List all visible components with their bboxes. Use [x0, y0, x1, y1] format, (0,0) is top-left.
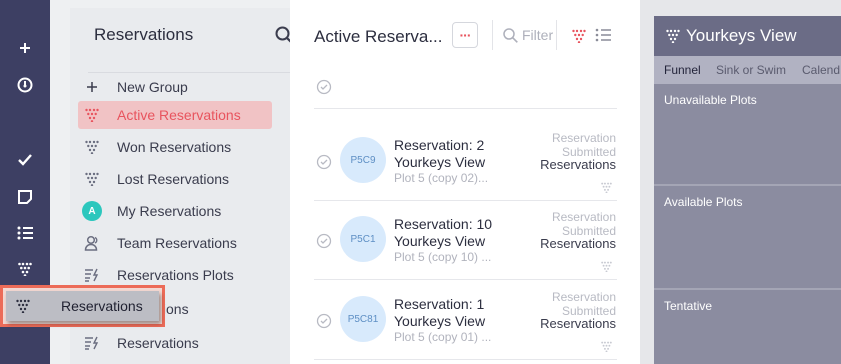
funnel-icon: [82, 105, 102, 125]
pipeline-label: Reservations: [540, 157, 616, 172]
divider: [314, 200, 617, 201]
drag-preview: Reservations: [6, 291, 159, 321]
reservation-card[interactable]: P5C1 Reservation: 10 Yourkeys View Plot …: [314, 209, 617, 287]
funnel-icon: [601, 339, 612, 357]
team-icon: [82, 233, 102, 253]
stage-label: Reservation Submitted: [552, 290, 616, 318]
filter-input[interactable]: Filter: [492, 20, 553, 50]
project-name: Yourkeys View: [394, 313, 486, 329]
dragged-nav-item[interactable]: Reservations: [0, 285, 165, 327]
nav-label: New Group: [117, 79, 188, 95]
pipeline-board: Yourkeys View Funnel Sink or Swim Calend…: [654, 16, 841, 364]
divider: [314, 359, 617, 360]
nav-label: Won Reservations: [117, 139, 232, 155]
plot-name: Plot 5 (copy 10) ...: [394, 250, 492, 264]
checkmark-icon[interactable]: [0, 148, 50, 172]
row-checkbox[interactable]: [316, 313, 332, 334]
stage-name: Unavailable Plots: [664, 93, 757, 107]
nav-label: Active Reservations: [117, 107, 241, 123]
divider: [314, 108, 617, 109]
reservation-name: Reservation: 10: [394, 216, 493, 232]
select-all-checkbox[interactable]: [316, 79, 332, 100]
nav-my-reservations[interactable]: A My Reservations: [78, 197, 272, 225]
row-checkbox[interactable]: [316, 233, 332, 254]
pipeline-label: Reservations: [540, 316, 616, 331]
board-title: Yourkeys View: [686, 26, 797, 45]
nav-team-reservations[interactable]: Team Reservations: [78, 229, 272, 257]
plus-icon: [82, 77, 102, 97]
project-name: Yourkeys View: [394, 233, 486, 249]
funnel-icon: [601, 259, 612, 277]
list-icon[interactable]: [0, 221, 50, 245]
plot-badge: P5C1: [340, 216, 386, 262]
more-options-button[interactable]: ···: [452, 22, 478, 48]
speedometer-icon[interactable]: [0, 73, 50, 97]
row-checkbox[interactable]: [316, 154, 332, 175]
reservation-card[interactable]: P5C81 Reservation: 1 Yourkeys View Plot …: [314, 289, 617, 364]
stage-line: Reservation: [551, 210, 616, 224]
filter-placeholder: Filter: [522, 27, 554, 43]
nav-new-group[interactable]: New Group: [78, 73, 272, 101]
stage-name: Available Plots: [664, 195, 743, 209]
nav-label: My Reservations: [117, 203, 222, 219]
nav-active-reservations[interactable]: Active Reservations: [78, 101, 272, 129]
nav-label: Reservations Plots: [117, 267, 234, 283]
funnel-icon: [666, 29, 680, 48]
funnel-icon: [82, 169, 102, 189]
project-name: Yourkeys View: [394, 154, 486, 170]
nav-label: Lost Reservations: [117, 171, 230, 187]
list-view-icon[interactable]: [595, 28, 611, 47]
tab-funnel[interactable]: Funnel: [664, 63, 701, 77]
stage-label: Reservation Submitted: [552, 210, 616, 238]
stage-name: Tentative: [664, 299, 713, 313]
note-icon[interactable]: [0, 185, 50, 209]
reservation-list: Active Reserva... ··· Filter P5C9 Reserv…: [290, 0, 640, 364]
stage-column[interactable]: Tentative: [654, 290, 841, 364]
reservation-card[interactable]: P5C9 Reservation: 2 Yourkeys View Plot 5…: [314, 130, 617, 208]
list-title: Active Reserva...: [314, 27, 443, 46]
avatar-icon: A: [82, 201, 102, 221]
tab-calendar[interactable]: Calend: [802, 63, 840, 77]
nav-won-reservations[interactable]: Won Reservations: [78, 133, 272, 161]
funnel-icon[interactable]: [0, 257, 50, 281]
divider: [556, 20, 557, 50]
board-tabs: Funnel Sink or Swim Calend: [654, 56, 841, 84]
plot-name: Plot 5 (copy 02)...: [394, 171, 489, 185]
stage-line: Reservation: [551, 290, 616, 304]
drag-label: Reservations: [61, 298, 143, 314]
stage-column[interactable]: Unavailable Plots: [654, 84, 841, 184]
tab-sink-or-swim[interactable]: Sink or Swim: [716, 63, 786, 77]
stage-column[interactable]: Available Plots: [654, 186, 841, 288]
pipeline-label: Reservations: [540, 236, 616, 251]
board-header: Yourkeys View: [654, 16, 841, 56]
avatar: A: [82, 201, 102, 221]
funnel-icon: [601, 180, 612, 198]
plot-badge: P5C81: [340, 296, 386, 342]
nav-label: Reservations: [117, 335, 199, 351]
stage-line: Reservation: [551, 131, 616, 145]
nav-lost-reservations[interactable]: Lost Reservations: [78, 165, 272, 193]
funnel-view-icon[interactable]: [572, 29, 586, 48]
smart-list-icon: [82, 265, 102, 285]
plot-name: Plot 5 (copy 01) ...: [394, 330, 492, 344]
sidebar-title: Reservations: [94, 25, 194, 44]
funnel-icon: [82, 137, 102, 157]
nav-label: Team Reservations: [117, 235, 237, 251]
reservation-name: Reservation: 1: [394, 296, 485, 312]
divider: [314, 279, 617, 280]
smart-list-icon: [82, 333, 102, 353]
reservation-name: Reservation: 2: [394, 137, 485, 153]
search-icon: [503, 27, 518, 43]
plus-icon[interactable]: [0, 36, 50, 60]
nav-reservations[interactable]: Reservations: [78, 329, 272, 357]
stage-label: Reservation Submitted: [552, 131, 616, 159]
funnel-icon: [13, 299, 33, 313]
plot-badge: P5C9: [340, 137, 386, 183]
